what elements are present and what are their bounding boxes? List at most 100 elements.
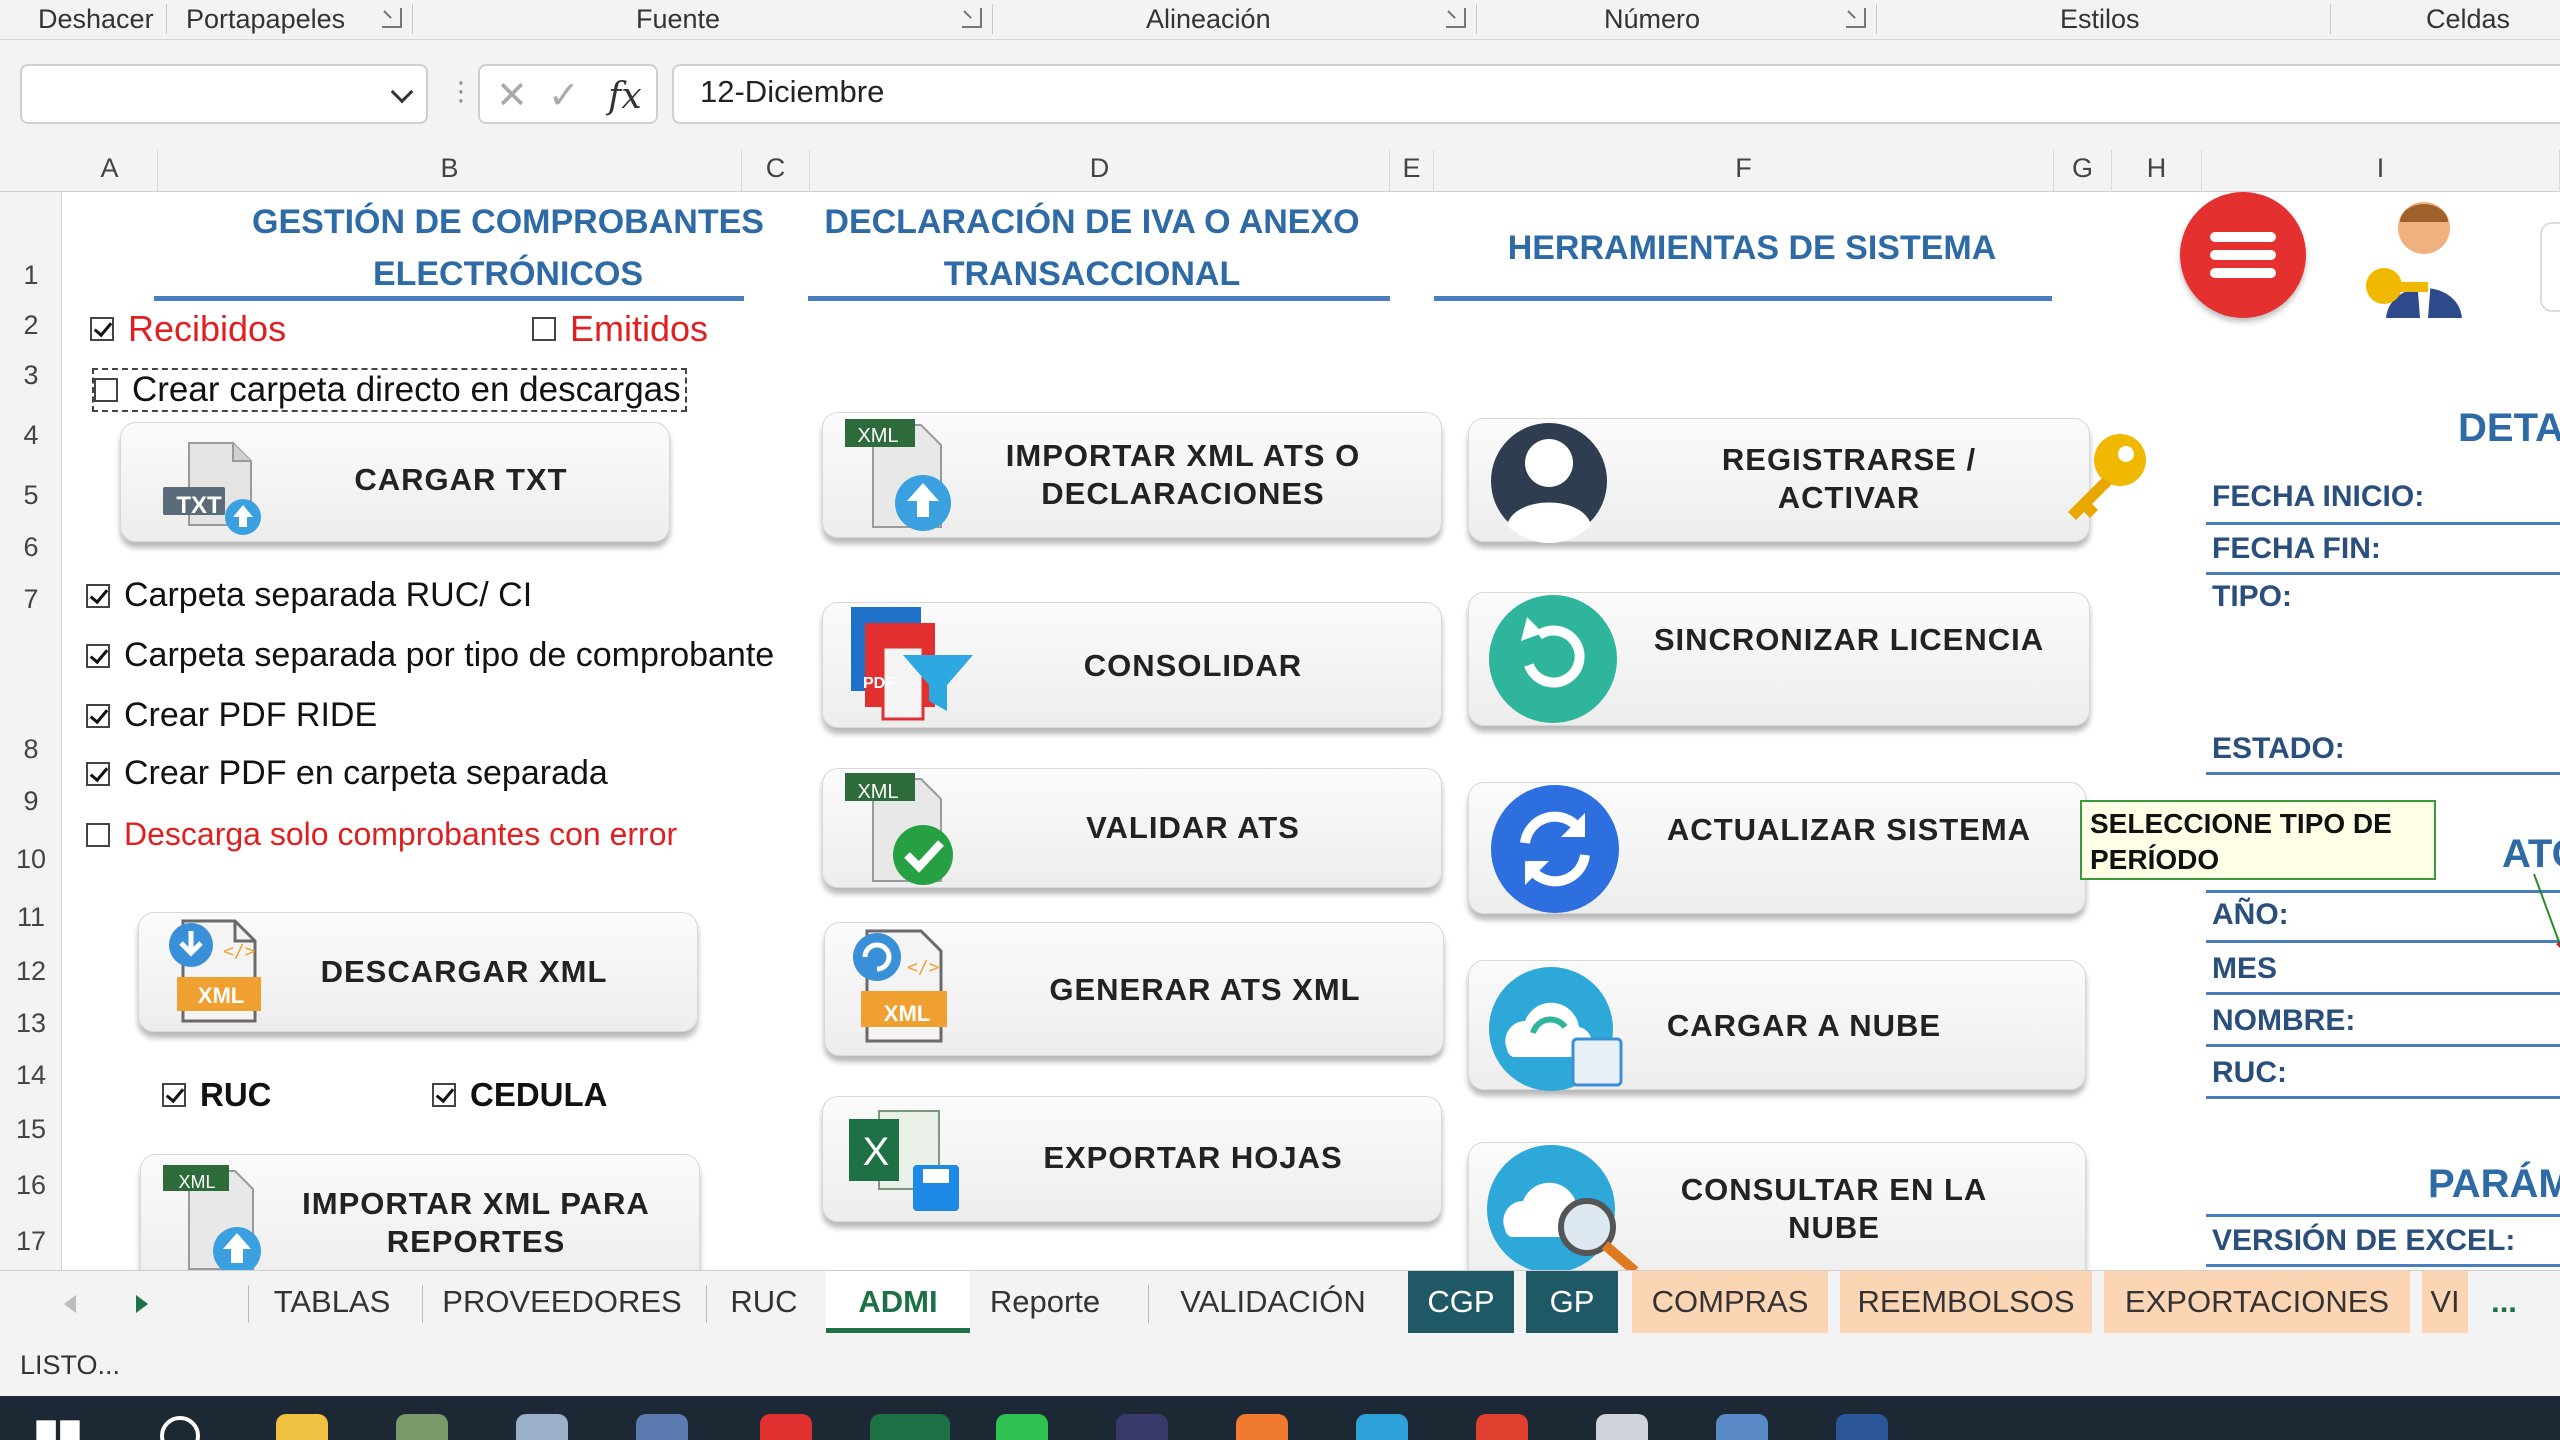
tab-compras[interactable]: COMPRAS (1632, 1271, 1828, 1333)
row-header[interactable]: 7 (0, 584, 62, 615)
checkbox-checked-icon[interactable] (86, 761, 110, 786)
cargar-txt-button[interactable]: TXT CARGAR TXT (120, 422, 670, 542)
tab-cgp[interactable]: CGP (1408, 1271, 1514, 1333)
edge-icon[interactable] (1356, 1414, 1408, 1440)
calculator-icon[interactable] (636, 1414, 688, 1440)
checkbox-carpeta-tipo[interactable]: Carpeta separada por tipo de comprobante (86, 636, 774, 675)
consultar-nube-button[interactable]: CONSULTAR EN LA NUBE (1468, 1142, 2086, 1270)
worksheet-area[interactable]: GESTIÓN DE COMPROBANTES ELECTRÓNICOS DEC… (62, 192, 2560, 1270)
dialog-launcher-icon[interactable] (1446, 8, 1466, 28)
cargar-nube-button[interactable]: CARGAR A NUBE (1468, 960, 2086, 1091)
registrarse-button[interactable]: REGISTRARSE / ACTIVAR (1468, 418, 2090, 543)
checkbox-checked-icon[interactable] (90, 317, 114, 341)
checkbox-unchecked-icon[interactable] (94, 378, 118, 402)
row-header[interactable]: 8 (0, 734, 62, 765)
ribbon-group-fuente[interactable]: Fuente (636, 4, 720, 35)
chevron-down-icon[interactable] (390, 80, 414, 104)
settings-icon[interactable] (1596, 1414, 1648, 1440)
checkbox-solo-error[interactable]: Descarga solo comprobantes con error (86, 816, 677, 853)
tab-proveedores[interactable]: PROVEEDORES (424, 1271, 700, 1333)
checkbox-recibidos[interactable]: Recibidos (90, 308, 286, 350)
checkbox-checked-icon[interactable] (162, 1083, 186, 1107)
tab-reembolsos[interactable]: REEMBOLSOS (1840, 1271, 2092, 1333)
row-header[interactable]: 13 (0, 1008, 62, 1039)
checkbox-cedula[interactable]: CEDULA (432, 1076, 608, 1114)
checkbox-carpeta-ruc[interactable]: Carpeta separada RUC/ CI (86, 576, 532, 615)
sincronizar-button[interactable]: SINCRONIZAR LICENCIA (1468, 592, 2090, 726)
search-icon[interactable] (160, 1416, 200, 1440)
tab-ruc[interactable]: RUC (708, 1271, 820, 1333)
ribbon-group-celdas[interactable]: Celdas (2426, 4, 2510, 35)
enter-icon[interactable]: ✓ (548, 77, 580, 115)
formula-input[interactable]: 12-Diciembre (672, 64, 2560, 124)
validar-ats-button[interactable]: XML VALIDAR ATS (822, 768, 1442, 888)
row-header[interactable]: 5 (0, 480, 62, 511)
checkbox-checked-icon[interactable] (86, 643, 110, 668)
ribbon-group-estilos[interactable]: Estilos (2060, 4, 2140, 35)
dialog-launcher-icon[interactable] (962, 8, 982, 28)
more-options-icon[interactable]: ⋮ (448, 76, 474, 107)
app-icon[interactable] (1116, 1414, 1168, 1440)
app-icon[interactable] (1716, 1414, 1768, 1440)
dialog-launcher-icon[interactable] (1846, 8, 1866, 28)
ribbon-group-deshacer[interactable]: Deshacer (38, 4, 154, 35)
whatsapp-icon[interactable] (996, 1414, 1048, 1440)
ribbon-group-alineacion[interactable]: Alineación (1146, 4, 1271, 35)
tab-exportaciones[interactable]: EXPORTACIONES (2104, 1271, 2410, 1333)
descargar-xml-button[interactable]: </> XML DESCARGAR XML (138, 912, 698, 1032)
row-header[interactable]: 12 (0, 956, 62, 987)
checkbox-crear-carpeta[interactable]: Crear carpeta directo en descargas (92, 368, 687, 412)
row-header[interactable]: 11 (0, 902, 62, 933)
cancel-icon[interactable]: ✕ (496, 77, 528, 115)
ribbon-group-numero[interactable]: Número (1604, 4, 1700, 35)
ribbon-group-portapapeles[interactable]: Portapapeles (186, 4, 345, 35)
checkbox-crear-pdf[interactable]: Crear PDF RIDE (86, 696, 377, 735)
user-key-icon[interactable] (2354, 192, 2484, 322)
column-header-h[interactable]: H (2112, 150, 2202, 192)
file-explorer-icon[interactable] (276, 1414, 328, 1440)
more-tabs-button[interactable]: ... (2476, 1271, 2532, 1333)
app-icon[interactable] (396, 1414, 448, 1440)
column-header-b[interactable]: B (158, 150, 742, 192)
generar-ats-button[interactable]: </> XML GENERAR ATS XML (824, 922, 1444, 1056)
tab-reporte[interactable]: Reporte (974, 1271, 1116, 1333)
tab-tablas[interactable]: TABLAS (250, 1271, 414, 1333)
tab-scroll-right-icon[interactable] (136, 1295, 148, 1313)
row-header[interactable]: 14 (0, 1060, 62, 1091)
column-header-c[interactable]: C (742, 150, 810, 192)
tab-gp[interactable]: GP (1526, 1271, 1618, 1333)
row-header[interactable]: 2 (0, 310, 62, 341)
column-header-i[interactable]: I (2202, 150, 2560, 192)
row-header[interactable]: 15 (0, 1114, 62, 1145)
word-icon[interactable] (1836, 1414, 1888, 1440)
checkbox-unchecked-icon[interactable] (532, 317, 556, 341)
tab-scroll-left-icon[interactable] (64, 1295, 76, 1313)
chrome-icon[interactable] (1476, 1414, 1528, 1440)
importar-xml-ats-button[interactable]: XML IMPORTAR XML ATS O DECLARACIONES (822, 412, 1442, 538)
column-header-g[interactable]: G (2054, 150, 2112, 192)
row-header[interactable]: 16 (0, 1170, 62, 1201)
dialog-launcher-icon[interactable] (382, 8, 402, 28)
consolidar-button[interactable]: PDF CONSOLIDAR (822, 602, 1442, 728)
row-header[interactable]: 3 (0, 360, 62, 391)
column-header-a[interactable]: A (62, 150, 158, 192)
app-icon[interactable] (1236, 1414, 1288, 1440)
column-header-e[interactable]: E (1390, 150, 1434, 192)
exportar-hojas-button[interactable]: X EXPORTAR HOJAS (822, 1096, 1442, 1222)
row-header[interactable]: 10 (0, 844, 62, 875)
checkbox-emitidos[interactable]: Emitidos (532, 308, 708, 350)
opera-icon[interactable] (760, 1414, 812, 1440)
column-header-d[interactable]: D (810, 150, 1390, 192)
checkbox-pdf-separada[interactable]: Crear PDF en carpeta separada (86, 754, 608, 793)
menu-button[interactable] (2180, 192, 2306, 318)
row-header[interactable]: 4 (0, 420, 62, 451)
actualizar-button[interactable]: ACTUALIZAR SISTEMA (1468, 782, 2086, 914)
row-header[interactable]: 1 (0, 260, 62, 291)
row-header[interactable]: 6 (0, 532, 62, 563)
insert-function-icon[interactable]: fx (608, 76, 642, 117)
importar-xml-reportes-button[interactable]: XML IMPORTAR XML PARA REPORTES (140, 1154, 700, 1270)
tab-validacion[interactable]: VALIDACIÓN (1150, 1271, 1396, 1333)
excel-taskbar-icon[interactable] (870, 1414, 950, 1440)
checkbox-unchecked-icon[interactable] (86, 822, 110, 847)
tab-admi[interactable]: ADMI (826, 1271, 970, 1333)
